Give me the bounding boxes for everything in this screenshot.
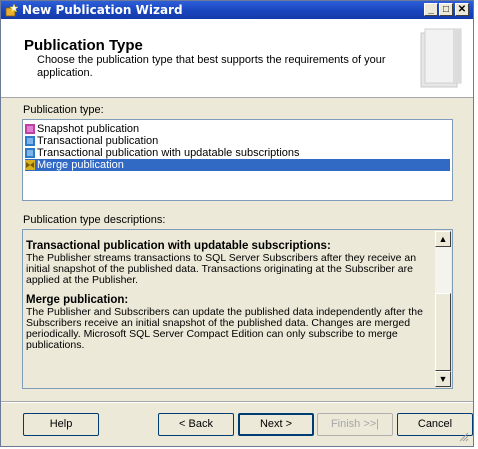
description-body: The Publisher and Subscribers can update… [26,306,423,351]
maximize-icon: □ [442,4,450,15]
page-title: Publication Type [24,37,143,54]
wizard-icon [5,3,19,17]
finish-button[interactable]: Finish >>| [317,413,393,436]
list-item-merge[interactable]: Merge publication [25,159,450,171]
list-item-snapshot[interactable]: Snapshot publication [25,123,450,135]
description-content: Transactional publication with updatable… [26,240,434,359]
publication-type-label: Publication type: [23,104,104,116]
transactional-updatable-icon [25,148,35,158]
title-bar[interactable]: New Publication Wizard _ □ ✕ [1,1,473,19]
list-item-label: Transactional publication [37,135,159,147]
button-separator [1,401,473,403]
close-icon: ✕ [457,4,467,15]
help-button[interactable]: Help [23,413,99,436]
description-body: The Publisher streams transactions to SQ… [26,252,417,286]
list-item-label: Snapshot publication [37,123,140,135]
wizard-header: Publication Type Choose the publication … [1,19,473,98]
next-button[interactable]: Next > [238,413,314,436]
maximize-button[interactable]: □ [439,3,453,16]
back-button[interactable]: < Back [158,413,234,436]
window-title: New Publication Wizard [22,3,183,17]
transactional-icon [25,136,35,146]
scroll-thumb[interactable] [435,293,451,371]
scroll-down-button[interactable]: ▼ [435,371,451,387]
merge-icon [25,160,35,170]
list-item-transactional-updatable[interactable]: Transactional publication with updatable… [25,147,450,159]
list-item-label: Merge publication [37,159,124,171]
page-description: Choose the publication type that best su… [37,54,386,79]
wizard-window: New Publication Wizard _ □ ✕ Publication… [0,0,474,447]
list-item-label: Transactional publication with updatable… [37,147,300,159]
scroll-up-button[interactable]: ▲ [435,231,451,247]
arrow-up-icon: ▲ [438,234,448,244]
publication-type-list[interactable]: Snapshot publication Transactional publi… [22,119,453,201]
description-panel[interactable]: Transactional publication with updatable… [22,229,453,389]
descriptions-label: Publication type descriptions: [23,214,166,226]
minimize-icon: _ [428,4,434,15]
minimize-button[interactable]: _ [424,3,438,16]
book-graphic-icon [420,28,462,88]
snapshot-icon [25,124,35,134]
resize-grip-icon[interactable] [459,432,469,442]
description-scrollbar[interactable]: ▲ ▼ [435,231,451,387]
close-button[interactable]: ✕ [455,3,469,16]
arrow-down-icon: ▼ [438,374,448,384]
list-item-transactional[interactable]: Transactional publication [25,135,450,147]
